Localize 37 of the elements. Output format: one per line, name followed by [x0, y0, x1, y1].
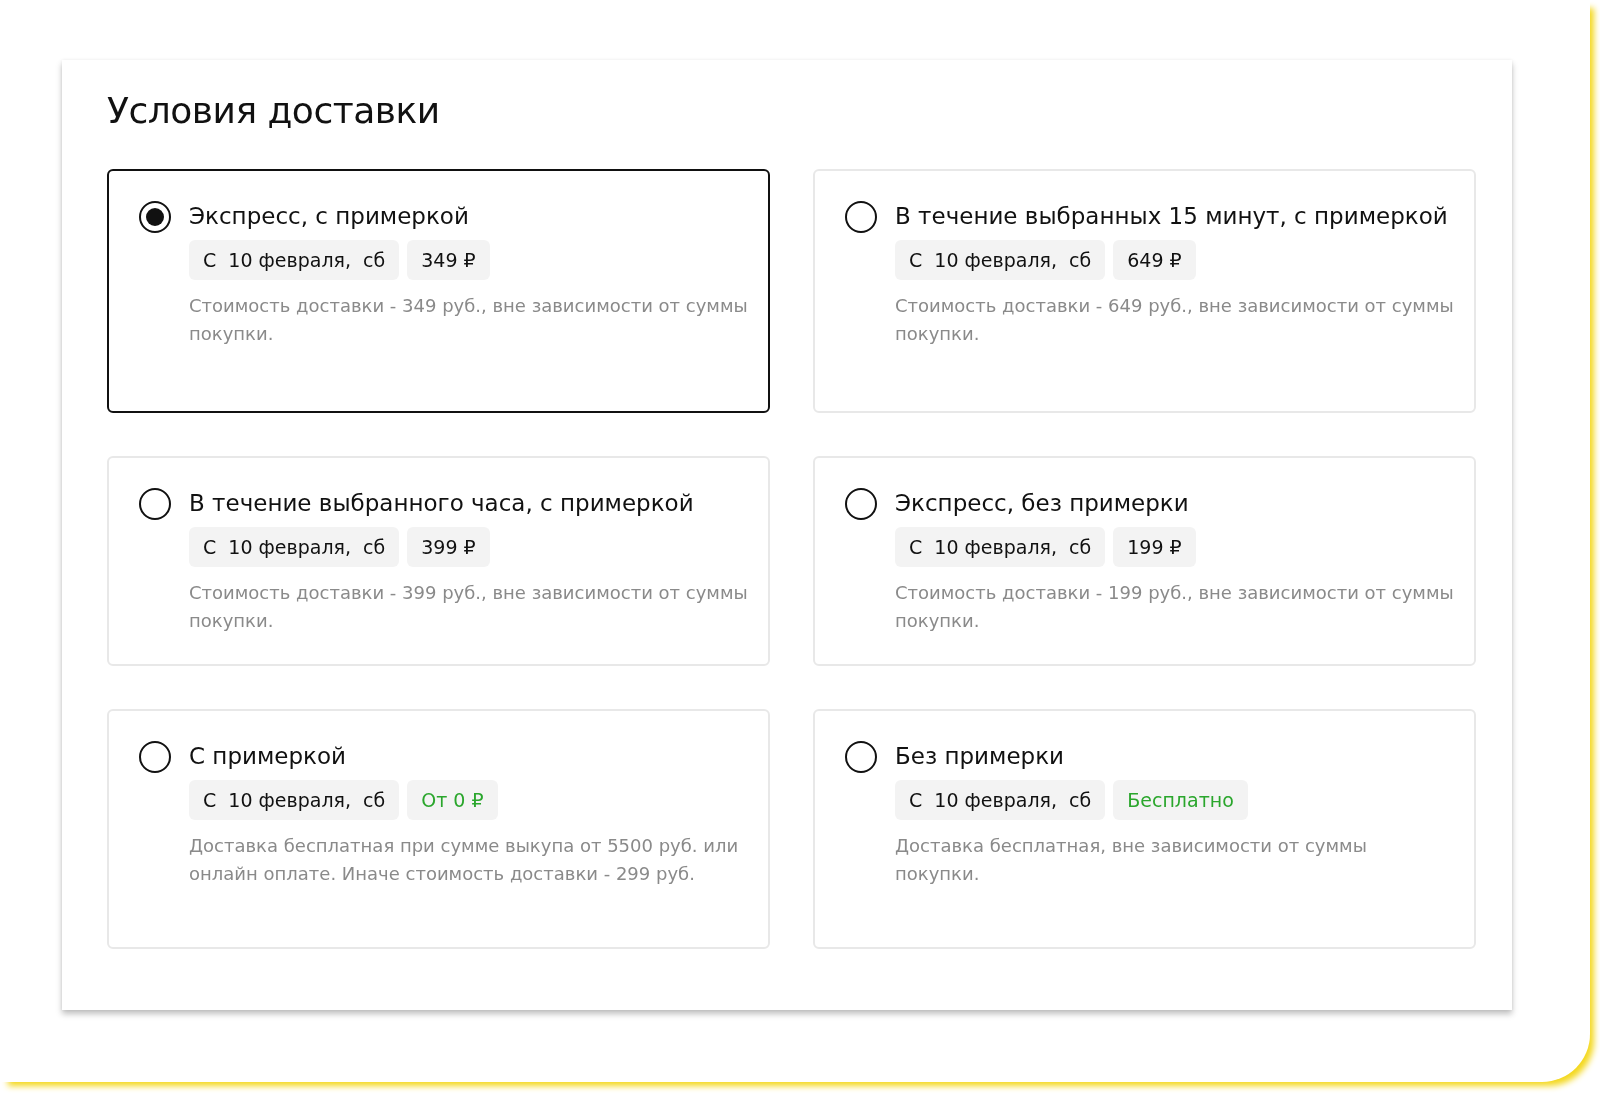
delivery-option-card[interactable]: С примеркой С 10 февраля, сб От 0 ₽ Доставка бесплатная при сумме выкупа от 5500 руб. или онлайн оплате. Иначе стоимость доставки - 299 руб. — [107, 709, 770, 949]
price-chip: Бесплатно — [1113, 780, 1248, 820]
date-chip: С 10 февраля, сб — [189, 527, 400, 567]
delivery-option-card[interactable]: Экспресс, с примеркой С 10 февраля, сб 349 ₽ Стоимость доставки - 349 руб., вне зависимости от суммы покупки. — [107, 169, 770, 413]
date-chip: С 10 февраля, сб — [189, 240, 400, 280]
option-title: Экспресс, с примеркой — [189, 202, 470, 231]
date-chip: С 10 февраля, сб — [895, 240, 1106, 280]
price-chip: 199 ₽ — [1113, 527, 1196, 567]
radio-button[interactable] — [139, 741, 171, 773]
date-chip: С 10 февраля, сб — [895, 527, 1106, 567]
radio-button[interactable] — [139, 201, 171, 233]
section-title: Условия доставки — [107, 90, 441, 131]
price-chip: 399 ₽ — [407, 527, 490, 567]
delivery-option-card[interactable]: В течение выбранного часа, с примеркой С 10 февраля, сб 399 ₽ Стоимость доставки - 399 руб., вне зависимости от суммы покупки. — [107, 456, 770, 666]
radio-button[interactable] — [845, 741, 877, 773]
option-description: Доставка бесплатная, вне зависимости от суммы покупки. — [895, 834, 1368, 886]
radio-button[interactable] — [845, 201, 877, 233]
delivery-option-card[interactable]: Экспресс, без примерки С 10 февраля, сб 199 ₽ Стоимость доставки - 199 руб., вне зависимости от суммы покупки. — [813, 456, 1476, 666]
radio-button[interactable] — [139, 488, 171, 520]
option-title: Экспресс, без примерки — [895, 489, 1190, 518]
price-chip: 649 ₽ — [1113, 240, 1196, 280]
date-chip: С 10 февраля, сб — [895, 780, 1106, 820]
price-chip: 349 ₽ — [407, 240, 490, 280]
delivery-option-card[interactable]: Без примерки С 10 февраля, сб Бесплатно Доставка бесплатная, вне зависимости от суммы покупки. — [813, 709, 1476, 949]
radio-button[interactable] — [845, 488, 877, 520]
option-title: С примеркой — [189, 742, 347, 771]
option-description: Стоимость доставки - 349 руб., вне зависимости от суммы покупки. — [189, 294, 748, 346]
price-chip: От 0 ₽ — [407, 780, 498, 820]
option-description: Стоимость доставки - 199 руб., вне зависимости от суммы покупки. — [895, 581, 1454, 633]
delivery-option-card[interactable]: В течение выбранных 15 минут, с примеркой С 10 февраля, сб 649 ₽ Стоимость доставки - 649 руб., вне зависимости от суммы покупки. — [813, 169, 1476, 413]
date-chip: С 10 февраля, сб — [189, 780, 400, 820]
option-description: Стоимость доставки - 399 руб., вне зависимости от суммы покупки. — [189, 581, 748, 633]
option-title: В течение выбранных 15 минут, с примеркой — [895, 202, 1449, 231]
option-description: Стоимость доставки - 649 руб., вне зависимости от суммы покупки. — [895, 294, 1454, 346]
option-title: В течение выбранного часа, с примеркой — [189, 489, 695, 518]
option-title: Без примерки — [895, 742, 1065, 771]
option-description: Доставка бесплатная при сумме выкупа от 5500 руб. или онлайн оплате. Иначе стоимость доставки - 299 руб. — [189, 834, 740, 886]
